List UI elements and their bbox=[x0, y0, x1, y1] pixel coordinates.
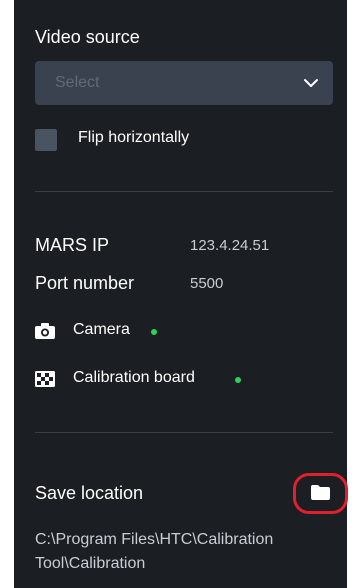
camera-label: Camera bbox=[73, 321, 130, 338]
camera-status-dot bbox=[151, 329, 157, 335]
video-source-select[interactable]: Select bbox=[35, 61, 333, 105]
video-source-select-value: Select bbox=[55, 74, 100, 91]
mars-ip-value: 123.4.24.51 bbox=[190, 237, 270, 254]
port-number-value: 5500 bbox=[190, 275, 224, 292]
camera-icon bbox=[35, 323, 55, 339]
save-location-title: Save location bbox=[35, 483, 144, 503]
flip-horizontally-label: Flip horizontally bbox=[78, 129, 190, 146]
calibration-board-label: Calibration board bbox=[73, 369, 195, 386]
browse-folder-button[interactable] bbox=[293, 473, 348, 514]
folder-icon bbox=[311, 485, 330, 500]
video-source-title: Video source bbox=[35, 27, 140, 47]
calibration-board-status-dot bbox=[235, 377, 241, 383]
chevron-down-icon bbox=[304, 79, 318, 87]
port-number-label: Port number bbox=[35, 273, 135, 293]
flip-horizontally-checkbox[interactable] bbox=[35, 129, 57, 151]
mars-ip-label: MARS IP bbox=[35, 235, 110, 255]
checkerboard-icon bbox=[35, 371, 55, 387]
divider bbox=[35, 432, 333, 433]
divider bbox=[35, 191, 333, 192]
save-location-path: C:\Program Files\HTC\Calibration Tool\Ca… bbox=[35, 531, 274, 572]
settings-panel: Video source Select Flip horizontally MA… bbox=[14, 0, 348, 588]
